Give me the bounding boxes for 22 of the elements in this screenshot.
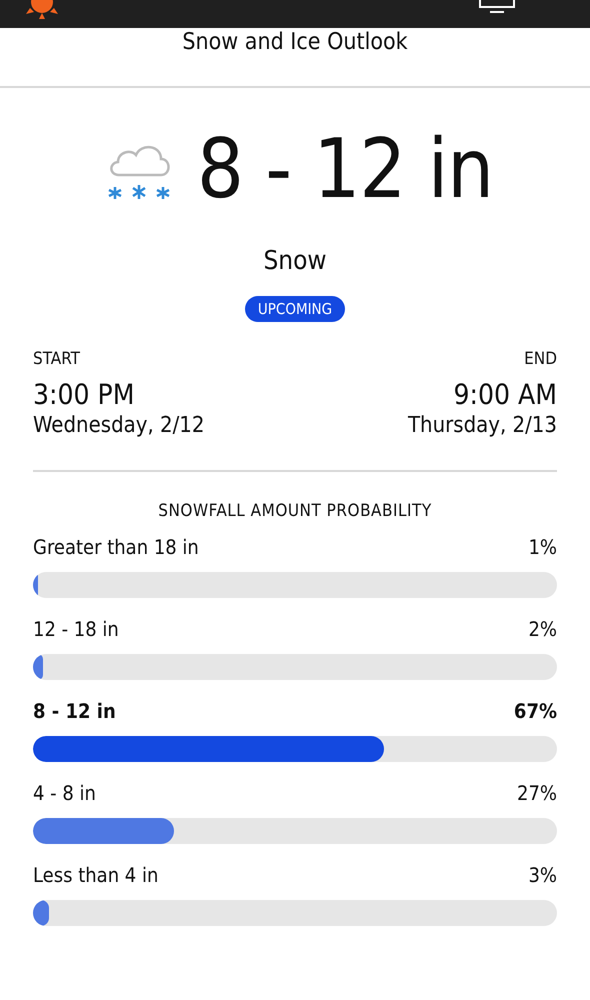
probability-value: 27% bbox=[517, 780, 557, 806]
start-date: Wednesday, 2/12 bbox=[33, 412, 204, 440]
probability-value: 67% bbox=[514, 698, 557, 724]
start-label: START bbox=[33, 348, 80, 370]
probability-value: 1% bbox=[528, 534, 557, 560]
start-time: 3:00 PM bbox=[33, 378, 134, 412]
range-label: 12 - 18 in bbox=[33, 616, 119, 642]
end-label: END bbox=[524, 348, 557, 370]
condition-label: Snow bbox=[263, 246, 327, 276]
section-heading: SNOWFALL AMOUNT PROBABILITY bbox=[157, 500, 433, 522]
end-date: Thursday, 2/13 bbox=[408, 412, 557, 440]
page-title: Snow and Ice Outlook bbox=[182, 28, 408, 56]
snowfall-amount: 8 - 12 in bbox=[197, 124, 493, 216]
range-label: 4 - 8 in bbox=[33, 780, 96, 806]
range-label: Greater than 18 in bbox=[33, 534, 199, 560]
status-badge: UPCOMING bbox=[244, 296, 346, 322]
range-label: Less than 4 in bbox=[33, 862, 158, 888]
end-time: 9:00 AM bbox=[453, 378, 557, 412]
probability-value: 3% bbox=[528, 862, 557, 888]
probability-value: 2% bbox=[528, 616, 557, 642]
monitor-icon[interactable] bbox=[478, 0, 518, 16]
range-label: 8 - 12 in bbox=[33, 698, 116, 724]
